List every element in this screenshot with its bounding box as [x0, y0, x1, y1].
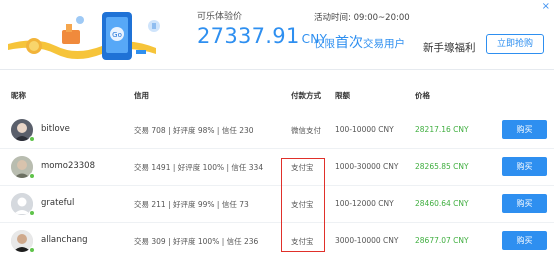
- price-label: 可乐体验价: [197, 12, 243, 22]
- buy-button[interactable]: 购买: [502, 157, 547, 176]
- table-row: bitlove 交易 708 | 好评度 98% | 信任 230 微信支付 1…: [0, 112, 554, 149]
- credit-info: 交易 211 | 好评度 99% | 信任 73: [134, 200, 249, 209]
- price-value: 27337.91 CNY: [197, 24, 327, 48]
- credit-info: 交易 1491 | 好评度 100% | 信任 334: [134, 163, 264, 172]
- buy-button[interactable]: 购买: [502, 194, 547, 213]
- credit-info: 交易 309 | 好评度 100% | 信任 236: [134, 237, 259, 246]
- limit: 1000-30000 CNY: [335, 162, 399, 171]
- activity-emphasis: 首次: [335, 35, 363, 51]
- header-credit: 信用: [134, 91, 149, 100]
- limit: 3000-10000 CNY: [335, 236, 399, 245]
- promo-banner: × Go 可乐体验价 27337.91 CNY 活动时间: 09:00~20:00…: [0, 0, 554, 70]
- online-indicator: [29, 210, 35, 216]
- close-icon[interactable]: ×: [542, 2, 550, 12]
- buy-now-button[interactable]: 立即抢购: [486, 34, 544, 54]
- price: 28677.07 CNY: [415, 236, 469, 245]
- go-badge: Go: [112, 31, 122, 39]
- table-header: 昵称 信用 付款方式 限额 价格: [0, 84, 554, 106]
- banner-illustration: Go: [8, 12, 160, 60]
- buy-button[interactable]: 购买: [502, 231, 547, 250]
- price-block: 可乐体验价 27337.91 CNY: [197, 9, 327, 48]
- price: 28265.85 CNY: [415, 162, 469, 171]
- activity-time: 活动时间: 09:00~20:00: [314, 13, 410, 23]
- table-row: momo23308 交易 1491 | 好评度 100% | 信任 334 支付…: [0, 149, 554, 186]
- header-nickname: 昵称: [11, 91, 26, 100]
- activity-suffix: 交易用户: [363, 38, 405, 50]
- price: 28217.16 CNY: [415, 125, 469, 134]
- limit: 100-12000 CNY: [335, 199, 394, 208]
- price-number: 27337.91: [197, 24, 300, 48]
- table-row: grateful 交易 211 | 好评度 99% | 信任 73 支付宝 10…: [0, 186, 554, 223]
- online-indicator: [29, 173, 35, 179]
- nickname[interactable]: allanchang: [41, 235, 88, 245]
- online-indicator: [29, 136, 35, 142]
- header-price: 价格: [415, 91, 430, 100]
- nickname[interactable]: grateful: [41, 198, 74, 208]
- buy-button[interactable]: 购买: [502, 120, 547, 139]
- activity-prefix: 仅限: [314, 38, 335, 50]
- price: 28460.64 CNY: [415, 199, 469, 208]
- newbie-benefit: 新手壕福利: [423, 42, 476, 54]
- payment-method: 微信支付: [291, 126, 321, 135]
- nickname[interactable]: momo23308: [41, 161, 95, 171]
- activity-line: 仅限首次交易用户: [314, 32, 410, 52]
- online-indicator: [29, 247, 35, 253]
- header-limit: 限额: [335, 91, 350, 100]
- nickname[interactable]: bitlove: [41, 124, 70, 134]
- activity-info: 活动时间: 09:00~20:00 仅限首次交易用户: [314, 11, 410, 52]
- limit: 100-10000 CNY: [335, 125, 394, 134]
- table-row: allanchang 交易 309 | 好评度 100% | 信任 236 支付…: [0, 223, 554, 258]
- credit-info: 交易 708 | 好评度 98% | 信任 230: [134, 126, 254, 135]
- header-payment: 付款方式: [291, 91, 321, 100]
- highlight-box: [281, 158, 325, 252]
